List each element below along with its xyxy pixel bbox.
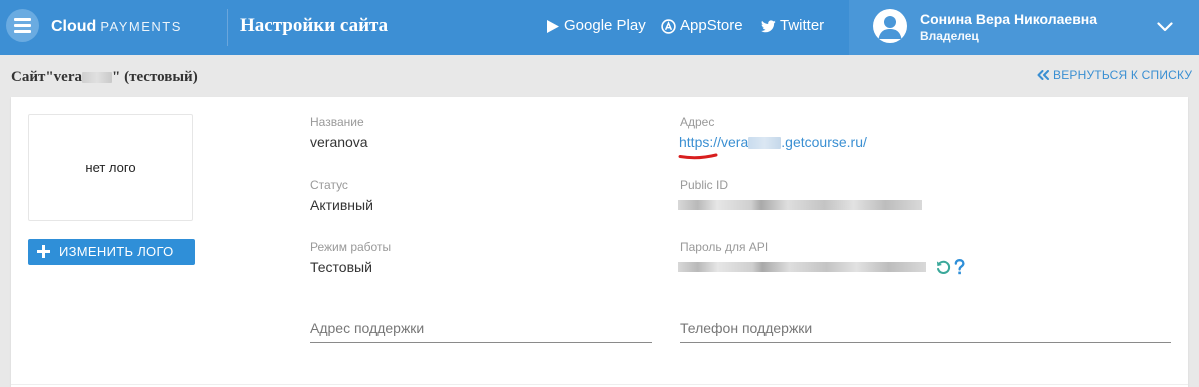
redacted-text [748,137,782,150]
menu-hamburger-icon[interactable] [6,9,39,42]
header-divider [227,9,228,46]
name-value: veranova [310,134,368,150]
user-role: Владелец [920,29,979,43]
annotation-underline [678,153,718,160]
status-value: Активный [310,197,373,213]
twitter-icon [761,19,776,32]
support-phone-field[interactable] [680,313,1171,343]
change-logo-label: ИЗМЕНИТЬ ЛОГО [59,244,174,259]
address-suffix: .getcourse.ru/ [781,134,867,150]
card-divider [11,384,1188,385]
support-address-field[interactable] [310,313,652,343]
site-title-prefix: Сайт"vera [11,69,82,85]
appstore-label: AppStore [680,17,743,34]
google-play-link[interactable]: Google Play [546,17,646,35]
change-logo-button[interactable]: ИЗМЕНИТЬ ЛОГО [28,239,195,265]
address-label: Адрес [680,115,715,129]
site-title: Сайт"vera " (тестовый) [11,68,198,86]
mode-label: Режим работы [310,240,392,254]
api-password-label: Пароль для API [680,240,769,254]
brand-name-bold: Cloud [51,18,97,35]
appstore-icon [661,18,676,34]
chevron-down-icon[interactable] [1157,22,1173,32]
twitter-label: Twitter [780,17,825,34]
google-play-label: Google Play [564,17,646,34]
user-menu[interactable]: Сонина Вера Николаевна Владелец [849,0,1199,55]
address-prefix: https://vera [679,134,749,150]
public-id-value-redacted [678,200,922,210]
twitter-link[interactable]: Twitter [761,17,824,35]
logo-placeholder: нет лого [28,114,193,221]
support-phone-input[interactable] [680,313,1171,342]
redacted-text [82,72,112,84]
brand-logo[interactable]: Cloud PAYMENTS [51,17,182,37]
status-label: Статус [310,178,348,192]
public-id-label: Public ID [680,178,729,192]
name-label: Название [310,115,364,129]
back-to-list-label: ВЕРНУТЬСЯ К СПИСКУ [1053,68,1193,82]
mode-value: Тестовый [310,259,372,275]
user-name: Сонина Вера Николаевна [920,11,1098,27]
regenerate-icon[interactable] [936,260,951,275]
site-title-suffix: " (тестовый) [112,69,198,85]
page-title: Настройки сайта [240,15,389,36]
brand-name-light: PAYMENTS [100,19,182,34]
api-password-value-redacted [678,262,926,272]
no-logo-label: нет лого [85,160,136,175]
support-address-input[interactable] [310,313,652,342]
double-chevron-left-icon [1037,70,1049,80]
user-avatar-icon [873,9,907,43]
appstore-link[interactable]: AppStore [661,17,743,35]
top-bar: Cloud PAYMENTS Настройки сайта Google Pla… [0,0,1199,55]
back-to-list-link[interactable]: ВЕРНУТЬСЯ К СПИСКУ [1037,67,1192,83]
address-link[interactable]: https://vera .getcourse.ru/ [679,134,867,151]
plus-icon [37,245,50,258]
help-icon[interactable] [954,259,965,275]
google-play-icon [547,19,559,33]
site-settings-card: нет лого ИЗМЕНИТЬ ЛОГО Название veranova… [11,97,1188,387]
